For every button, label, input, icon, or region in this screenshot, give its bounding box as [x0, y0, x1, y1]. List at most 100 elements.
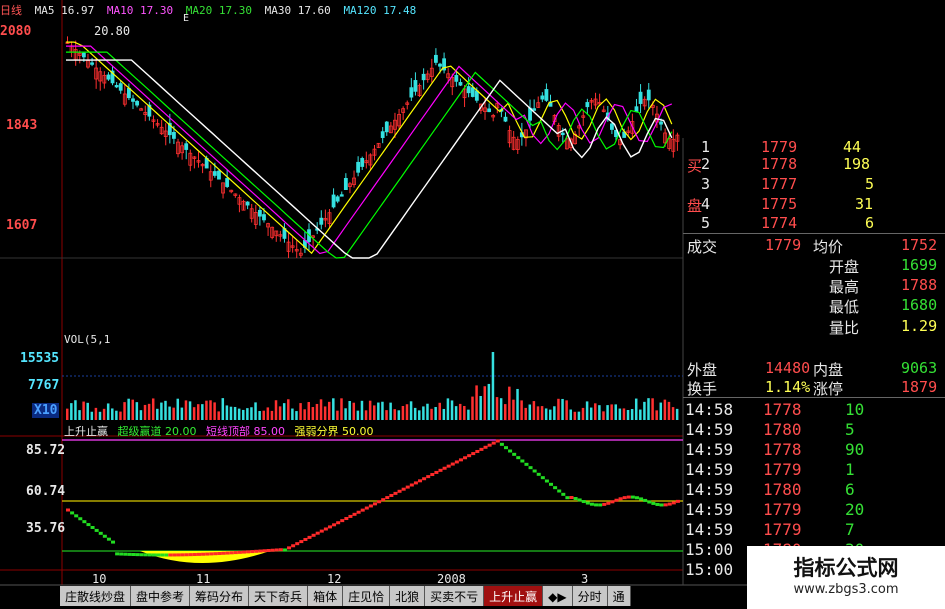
indicator-tab[interactable]: 买卖不亏: [425, 586, 485, 606]
indicator-mark: [180, 553, 185, 557]
indicator-mark: [401, 487, 406, 491]
site-watermark: 指标公式网 www.zbgs3.com: [747, 546, 945, 609]
volume-bar: [626, 410, 630, 420]
indicator-tab[interactable]: 通: [607, 586, 631, 606]
quote-row-outer: 外盘 14480 内盘 9063: [687, 359, 938, 379]
volume-bar: [82, 401, 85, 420]
indicator-tab[interactable]: 盘中参考: [131, 586, 191, 606]
indicator-mark: [389, 493, 394, 497]
indicator-tab[interactable]: 北狼: [390, 586, 426, 606]
indicator-tab-bar: 庄散线炒盘 盘中参考 筹码分布 天下奇兵 箱体 庄见恰 北狼 买卖不亏 上升止赢 ◆▶ 分时通: [60, 586, 685, 608]
volume-bar: [151, 398, 155, 420]
indicator-mark: [385, 496, 390, 500]
volume-bar: [213, 402, 216, 420]
order-book-row[interactable]: 5 1774 6: [683, 214, 945, 233]
volume-bar: [270, 410, 274, 420]
order-book-row[interactable]: 3 1777 5: [683, 175, 945, 194]
x-axis-mar: 3: [581, 572, 589, 586]
indicator-mark: [119, 552, 124, 556]
indicator-mark: [176, 553, 181, 557]
candle-body: [245, 201, 250, 206]
candle-body: [118, 83, 123, 91]
indicator-mark: [151, 553, 156, 557]
tick-row[interactable]: 14:59 1778 90: [683, 440, 945, 460]
indicator-mark: [647, 500, 652, 504]
indicator-mark: [123, 552, 128, 556]
volume-bar: [143, 404, 147, 420]
indicator-mark: [630, 495, 635, 499]
indicator-mark: [426, 475, 431, 479]
volume-bar: [373, 405, 376, 420]
candle-body: [131, 98, 135, 102]
candle-body: [127, 87, 131, 99]
volume-label: VOL(5,1: [64, 333, 111, 346]
indicator-tab[interactable]: 上升止赢: [484, 586, 544, 606]
volume-bar: [266, 407, 270, 420]
indicator-mark: [622, 496, 627, 500]
indicator-tab[interactable]: 天下奇兵: [249, 586, 309, 606]
candle-body: [610, 123, 614, 130]
indicator-tab[interactable]: 庄见恰: [343, 586, 391, 606]
tick-row[interactable]: 14:59 1779 1: [683, 460, 945, 480]
indicator-mark: [606, 501, 611, 505]
indicator-mark: [147, 553, 152, 557]
indicator-mark: [561, 492, 566, 496]
volume-bar: [503, 404, 507, 420]
indicator-tab[interactable]: 庄散线炒盘: [60, 586, 132, 606]
indicator-mark: [663, 503, 668, 507]
volume-bar: [127, 398, 130, 420]
candle-body: [384, 121, 389, 133]
candle-body: [356, 161, 361, 173]
tick-row[interactable]: 14:59 1779 20: [683, 500, 945, 520]
indicator-tab[interactable]: 分时: [572, 586, 608, 606]
tick-row[interactable]: 14:59 1779 7: [683, 520, 945, 540]
peak-value: 20.80: [94, 24, 131, 38]
indicator-mark: [340, 519, 345, 523]
tick-row[interactable]: 14:59 1780 6: [683, 480, 945, 500]
candle-body: [225, 178, 230, 187]
indicator-tab[interactable]: 箱体: [308, 586, 344, 606]
x-axis-2008: 2008: [437, 572, 466, 586]
tick-row[interactable]: 14:59 1780 5: [683, 420, 945, 440]
indicator-mark: [512, 452, 517, 456]
volume-bar: [340, 398, 343, 420]
indicator-mark: [499, 442, 504, 446]
volume-bar: [282, 403, 286, 420]
indicator-mark: [471, 452, 476, 456]
volume-bar: [594, 403, 597, 420]
volume-bar: [168, 406, 171, 420]
indicator-mark: [577, 498, 582, 502]
order-book-row[interactable]: 盘 4 1775 31: [683, 195, 945, 215]
volume-bar: [237, 408, 241, 420]
volume-bar: [409, 401, 413, 420]
indicator-tab[interactable]: ◆▶: [543, 586, 573, 606]
volume-bar: [102, 408, 106, 420]
indicator-mark: [131, 553, 136, 557]
indicator-param-3: 强弱分界 50.00: [294, 425, 374, 438]
indicator-mark: [233, 551, 238, 555]
volume-bar: [467, 409, 470, 420]
indicator-mark: [418, 479, 423, 483]
volume-bar: [172, 407, 175, 420]
indicator-mark: [532, 469, 537, 473]
tick-row[interactable]: 14:58 1778 10: [683, 400, 945, 420]
volume-bar: [209, 400, 212, 420]
candle-body: [560, 132, 565, 136]
quote-row-high: 最高 1788: [829, 276, 938, 296]
indicator-mark: [594, 503, 599, 507]
indicator-tab[interactable]: 筹码分布: [190, 586, 250, 606]
indicator-mark: [106, 537, 111, 541]
indicator-mark: [188, 553, 193, 557]
candle-body: [421, 73, 426, 81]
indicator-param-1: 超级赢道 20.00: [117, 425, 197, 438]
volume-bar: [483, 386, 487, 420]
candle-body: [503, 116, 508, 122]
indicator-mark: [442, 466, 447, 470]
volume-bar: [577, 411, 581, 420]
quote-panel: 1 1779 44 买 2 1778 198 3 1777 5 盘 4 1775…: [683, 138, 945, 609]
order-book-row[interactable]: 买 2 1778 198: [683, 155, 945, 175]
panel-divider: [683, 233, 945, 234]
indicator-mark: [397, 489, 402, 493]
indicator-axis-low: 35.76: [26, 521, 66, 536]
indicator-mark: [671, 501, 676, 505]
